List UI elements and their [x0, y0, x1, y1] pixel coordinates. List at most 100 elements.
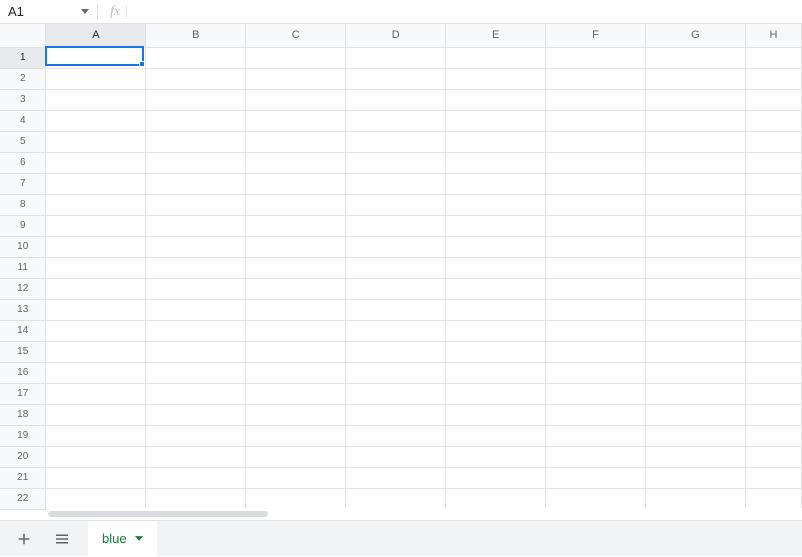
cell[interactable]	[346, 89, 446, 110]
column-header[interactable]: C	[246, 24, 346, 47]
row-header[interactable]: 9	[0, 215, 46, 236]
cell[interactable]	[546, 173, 646, 194]
cell[interactable]	[46, 383, 146, 404]
cell[interactable]	[146, 404, 246, 425]
cell[interactable]	[446, 404, 546, 425]
cell[interactable]	[745, 425, 801, 446]
cell[interactable]	[745, 362, 801, 383]
cell[interactable]	[745, 215, 801, 236]
cell[interactable]	[346, 362, 446, 383]
cell[interactable]	[745, 131, 801, 152]
cell[interactable]	[446, 446, 546, 467]
cell[interactable]	[46, 488, 146, 509]
cell[interactable]	[346, 299, 446, 320]
select-all-cell[interactable]	[0, 24, 46, 47]
cell[interactable]	[745, 320, 801, 341]
row-header[interactable]: 19	[0, 425, 46, 446]
row-header[interactable]: 6	[0, 152, 46, 173]
cell[interactable]	[146, 89, 246, 110]
cell[interactable]	[546, 467, 646, 488]
cell[interactable]	[246, 488, 346, 509]
add-sheet-button[interactable]	[12, 527, 36, 551]
column-header[interactable]: A	[46, 24, 146, 47]
cell[interactable]	[146, 362, 246, 383]
cell[interactable]	[246, 404, 346, 425]
cell[interactable]	[46, 278, 146, 299]
cell[interactable]	[46, 446, 146, 467]
cell[interactable]	[46, 320, 146, 341]
cell[interactable]	[246, 89, 346, 110]
cell[interactable]	[246, 236, 346, 257]
cell[interactable]	[446, 152, 546, 173]
cell[interactable]	[745, 194, 801, 215]
cell[interactable]	[146, 68, 246, 89]
cell[interactable]	[745, 173, 801, 194]
row-header[interactable]: 2	[0, 68, 46, 89]
column-header[interactable]: E	[446, 24, 546, 47]
cell[interactable]	[46, 173, 146, 194]
cell[interactable]	[546, 68, 646, 89]
column-header[interactable]: G	[646, 24, 746, 47]
cell[interactable]	[546, 152, 646, 173]
cell[interactable]	[46, 89, 146, 110]
cell[interactable]	[546, 362, 646, 383]
name-box-dropdown[interactable]	[75, 0, 95, 23]
cell[interactable]	[446, 68, 546, 89]
cell[interactable]	[546, 404, 646, 425]
cell[interactable]	[745, 446, 801, 467]
cell[interactable]	[745, 257, 801, 278]
cell[interactable]	[646, 488, 746, 509]
cell[interactable]	[646, 236, 746, 257]
cell[interactable]	[446, 383, 546, 404]
row-header[interactable]: 16	[0, 362, 46, 383]
cell[interactable]	[446, 467, 546, 488]
cell[interactable]	[446, 47, 546, 68]
cell[interactable]	[446, 341, 546, 362]
cell[interactable]	[446, 89, 546, 110]
cell[interactable]	[446, 131, 546, 152]
row-header[interactable]: 11	[0, 257, 46, 278]
horizontal-scrollbar-track[interactable]	[46, 508, 802, 520]
row-header[interactable]: 7	[0, 173, 46, 194]
cell[interactable]	[46, 110, 146, 131]
cell[interactable]	[646, 362, 746, 383]
cell[interactable]	[646, 131, 746, 152]
cell[interactable]	[646, 404, 746, 425]
row-header[interactable]: 20	[0, 446, 46, 467]
row-header[interactable]: 22	[0, 488, 46, 509]
cell[interactable]	[646, 152, 746, 173]
cell[interactable]	[246, 257, 346, 278]
cell[interactable]	[246, 320, 346, 341]
cell[interactable]	[446, 215, 546, 236]
cell[interactable]	[346, 173, 446, 194]
row-header[interactable]: 8	[0, 194, 46, 215]
cell[interactable]	[146, 152, 246, 173]
cell[interactable]	[246, 215, 346, 236]
cell[interactable]	[346, 425, 446, 446]
cell[interactable]	[646, 446, 746, 467]
cell[interactable]	[546, 194, 646, 215]
cell[interactable]	[146, 257, 246, 278]
column-header[interactable]: H	[745, 24, 801, 47]
cell[interactable]	[446, 110, 546, 131]
cell[interactable]	[146, 320, 246, 341]
cell[interactable]	[146, 236, 246, 257]
row-header[interactable]: 4	[0, 110, 46, 131]
cell[interactable]	[446, 236, 546, 257]
cell[interactable]	[346, 236, 446, 257]
cell[interactable]	[546, 446, 646, 467]
cell[interactable]	[246, 194, 346, 215]
cell[interactable]	[46, 425, 146, 446]
cell[interactable]	[546, 278, 646, 299]
cell[interactable]	[646, 383, 746, 404]
cell[interactable]	[46, 236, 146, 257]
cell[interactable]	[745, 110, 801, 131]
row-header[interactable]: 5	[0, 131, 46, 152]
row-header[interactable]: 1	[0, 47, 46, 68]
cell[interactable]	[446, 320, 546, 341]
cell[interactable]	[46, 131, 146, 152]
row-header[interactable]: 14	[0, 320, 46, 341]
cell[interactable]	[745, 68, 801, 89]
cell[interactable]	[546, 425, 646, 446]
cell[interactable]	[646, 425, 746, 446]
